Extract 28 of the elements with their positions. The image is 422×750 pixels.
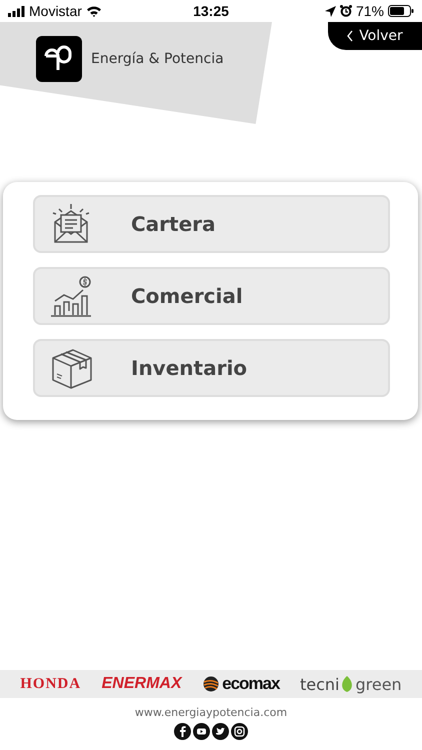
brand-logo-text: ecomax bbox=[222, 674, 280, 694]
youtube-icon[interactable] bbox=[193, 723, 210, 740]
signal-icon bbox=[8, 6, 25, 16]
clock-time: 13:25 bbox=[193, 3, 229, 19]
brand-logo-text: tecni bbox=[300, 674, 340, 694]
location-arrow-icon bbox=[324, 6, 336, 16]
brand-name: Energía & Potencia bbox=[91, 51, 224, 67]
alarm-clock-icon bbox=[340, 5, 352, 17]
leaf-icon bbox=[340, 675, 354, 693]
camera-icon[interactable] bbox=[231, 723, 248, 740]
bar-chart-dollar-icon bbox=[49, 274, 93, 318]
twitter-bird-icon[interactable] bbox=[212, 723, 229, 740]
menu-button[interactable]: Comercial bbox=[33, 267, 390, 325]
brand-logo-text: green bbox=[355, 674, 402, 694]
swirl-ball-icon bbox=[202, 676, 220, 692]
menu-button[interactable]: Cartera bbox=[33, 195, 390, 253]
chevron-left-icon bbox=[347, 30, 354, 42]
back-button[interactable]: Volver bbox=[328, 22, 422, 50]
menu-button[interactable]: Inventario bbox=[33, 339, 390, 397]
battery-percent: 71% bbox=[356, 3, 384, 19]
ep-logo bbox=[36, 36, 82, 82]
brand-logo-text: ENERMAX bbox=[102, 675, 182, 693]
brand-logo-text: HONDA bbox=[20, 676, 82, 692]
website-link[interactable]: www.energiaypotencia.com bbox=[134, 706, 288, 719]
facebook-icon[interactable] bbox=[174, 723, 191, 740]
battery-icon bbox=[388, 5, 414, 17]
wifi-icon bbox=[86, 5, 102, 17]
carrier-name: Movistar bbox=[29, 3, 82, 19]
